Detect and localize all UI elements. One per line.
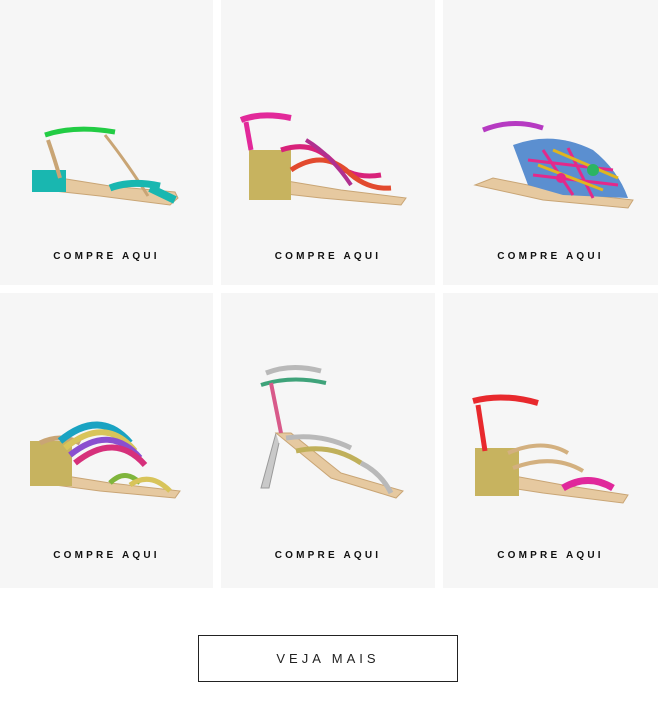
product-card[interactable]: COMPRE AQUI xyxy=(443,0,658,285)
product-image[interactable] xyxy=(221,293,435,533)
product-image[interactable] xyxy=(221,0,435,230)
shop-now-link[interactable]: COMPRE AQUI xyxy=(443,251,658,262)
see-more-button[interactable]: VEJA MAIS xyxy=(198,635,458,682)
shop-now-link[interactable]: COMPRE AQUI xyxy=(0,251,213,262)
product-card[interactable]: COMPRE AQUI xyxy=(221,0,435,285)
shop-now-link[interactable]: COMPRE AQUI xyxy=(221,251,435,262)
product-card[interactable]: COMPRE AQUI xyxy=(0,0,213,285)
product-card[interactable]: COMPRE AQUI xyxy=(0,293,213,588)
product-image[interactable] xyxy=(0,0,213,230)
shop-now-link[interactable]: COMPRE AQUI xyxy=(443,550,658,561)
product-image[interactable] xyxy=(0,293,213,533)
product-card[interactable]: COMPRE AQUI xyxy=(443,293,658,588)
product-image[interactable] xyxy=(443,293,658,533)
product-image[interactable] xyxy=(443,0,658,230)
see-more-label: VEJA MAIS xyxy=(276,651,380,666)
shop-now-link[interactable]: COMPRE AQUI xyxy=(221,550,435,561)
product-card[interactable]: COMPRE AQUI xyxy=(221,293,435,588)
shop-now-link[interactable]: COMPRE AQUI xyxy=(0,550,213,561)
